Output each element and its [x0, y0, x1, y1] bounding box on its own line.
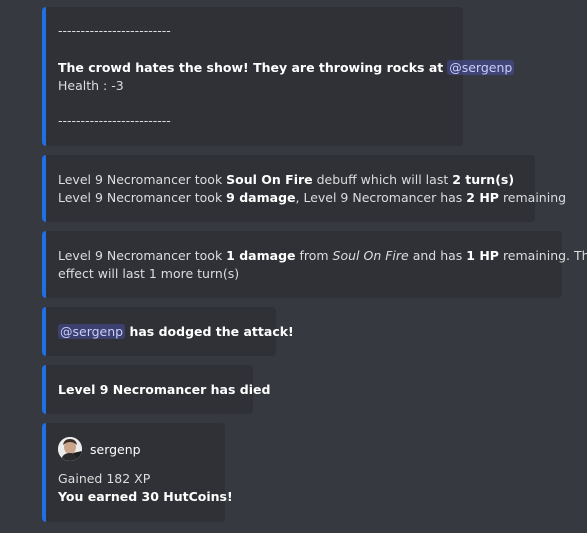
- separator-bottom: -------------------------: [58, 113, 171, 128]
- embed-debuff: Level 9 Necromancer took Soul On Fire de…: [42, 155, 566, 222]
- dot-text-2: from: [295, 248, 333, 263]
- dot-damage: 1 damage: [226, 248, 296, 263]
- user-mention[interactable]: @sergenp: [447, 60, 515, 75]
- remaining-hp: 2 HP: [466, 190, 499, 205]
- avatar-icon: [58, 437, 82, 461]
- dot-line-2: effect will last 1 more turn(s): [58, 266, 240, 281]
- damage-text-2: , Level 9 Necromancer has: [295, 190, 467, 205]
- avatar[interactable]: [58, 437, 82, 461]
- death-text: Level 9 Necromancer has died: [58, 382, 271, 397]
- debuff-text-1: Level 9 Necromancer took: [58, 172, 227, 187]
- dot-text-1: Level 9 Necromancer took: [58, 248, 227, 263]
- health-text: Health : -3: [58, 78, 124, 93]
- embed-crowd: ------------------------- The crowd hate…: [42, 7, 515, 146]
- debuff-turns: 2 turn(s): [452, 172, 515, 187]
- debuff-text-2: debuff which will last: [312, 172, 453, 187]
- embed-reward: sergenp Gained 182 XP You earned 30 HutC…: [42, 423, 233, 522]
- author-name[interactable]: sergenp: [90, 441, 141, 459]
- dot-line-1: Level 9 Necromancer took 1 damage from S…: [58, 247, 587, 265]
- embed-death: Level 9 Necromancer has died: [42, 365, 271, 414]
- damage-text-1: Level 9 Necromancer took: [58, 190, 227, 205]
- dot-effect-name: Soul On Fire: [332, 248, 409, 263]
- debuff-name: Soul On Fire: [226, 172, 313, 187]
- dot-text-3: and has: [408, 248, 467, 263]
- debuff-line: Level 9 Necromancer took Soul On Fire de…: [58, 171, 523, 189]
- crowd-message: The crowd hates the show! They are throw…: [58, 60, 444, 75]
- xp-gained: Gained 182 XP: [58, 471, 151, 486]
- embed-dot: Level 9 Necromancer took 1 damage from S…: [42, 231, 587, 298]
- separator-top: -------------------------: [58, 23, 171, 38]
- dodge-text: has dodged the attack!: [125, 324, 294, 339]
- damage-text-3: remaining: [498, 190, 567, 205]
- damage-line: Level 9 Necromancer took 9 damage, Level…: [58, 189, 566, 207]
- damage-amount: 9 damage: [226, 190, 296, 205]
- user-mention[interactable]: @sergenp: [58, 324, 126, 339]
- coins-earned: You earned 30 HutCoins!: [58, 489, 233, 504]
- dot-text-4: remaining. This: [502, 248, 587, 263]
- dot-hp: 1 HP: [466, 248, 499, 263]
- embed-dodge: @sergenp has dodged the attack!: [42, 307, 294, 356]
